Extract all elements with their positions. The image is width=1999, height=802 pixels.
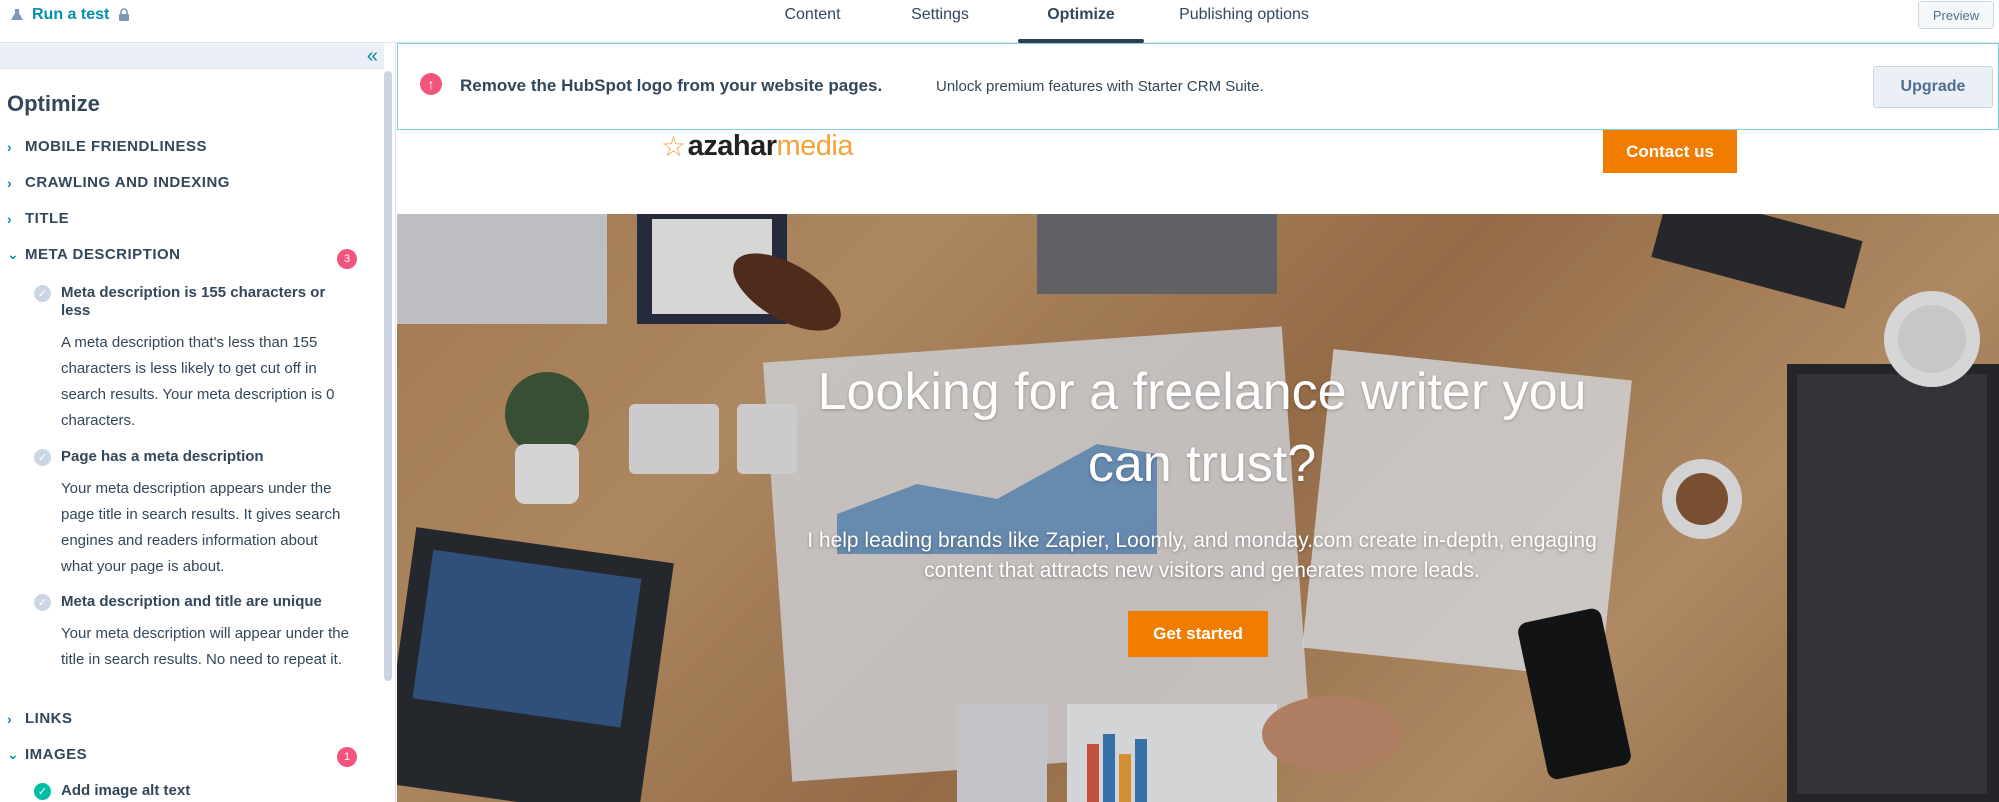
check-circle-icon: ✓	[34, 285, 51, 302]
chevron-right-icon: ›	[7, 174, 13, 191]
tab-settings[interactable]: Settings	[895, 0, 985, 43]
check-title: Add image alt text	[61, 782, 191, 799]
star-icon: ☆	[661, 131, 686, 162]
logo-text-azahar: azahar	[687, 130, 777, 162]
preview-button[interactable]: Preview	[1918, 1, 1994, 29]
chevron-right-icon: ›	[7, 138, 13, 155]
check-title: Page has a meta description	[61, 448, 264, 465]
section-title[interactable]: › TITLE	[7, 210, 69, 227]
site-header: ☆ azahar media Contact us	[397, 130, 1999, 214]
upgrade-button[interactable]: Upgrade	[1873, 66, 1993, 108]
issue-count-badge: 1	[337, 747, 357, 767]
hero-subheading: I help leading brands like Zapier, Looml…	[807, 529, 1597, 582]
check-item[interactable]: ✓ Page has a meta description Your meta …	[34, 448, 354, 580]
double-chevron-left-icon[interactable]: «	[367, 46, 378, 66]
flask-icon	[11, 9, 23, 20]
section-label: TITLE	[25, 210, 70, 227]
check-title: Meta description and title are unique	[61, 593, 322, 610]
section-mobile-friendliness[interactable]: › MOBILE FRIENDLINESS	[7, 138, 207, 155]
tab-optimize[interactable]: Optimize	[1018, 0, 1144, 43]
check-circle-icon: ✓	[34, 594, 51, 611]
sidebar-scrollbar[interactable]	[384, 71, 392, 681]
check-description: A meta description that's less than 155 …	[61, 334, 335, 429]
section-label: IMAGES	[25, 746, 88, 763]
section-crawling-and-indexing[interactable]: › CRAWLING AND INDEXING	[7, 174, 230, 191]
section-label: LINKS	[25, 710, 73, 727]
chevron-down-icon: ⌄	[7, 246, 20, 262]
section-links[interactable]: › LINKS	[7, 710, 73, 727]
chevron-right-icon: ›	[7, 210, 13, 227]
contact-us-button[interactable]: Contact us	[1603, 130, 1737, 173]
check-description: Your meta description will appear under …	[61, 625, 349, 668]
sidebar-collapse-bar: «	[0, 43, 384, 69]
check-item[interactable]: ✓ Meta description is 155 characters or …	[34, 284, 354, 434]
arrow-up-circle-icon: ↑	[420, 73, 442, 95]
run-a-test-link[interactable]: Run a test	[10, 6, 131, 24]
hero-background-image	[397, 214, 1999, 802]
run-a-test-label: Run a test	[32, 6, 110, 23]
sidebar-title: Optimize	[7, 91, 100, 116]
issue-count-badge: 3	[337, 249, 357, 269]
check-item[interactable]: ✓ Meta description and title are unique …	[34, 593, 354, 673]
tab-content[interactable]: Content	[760, 0, 865, 43]
check-item[interactable]: ✓ Add image alt text	[34, 782, 354, 800]
hero-section: Looking for a freelance writer you can t…	[397, 214, 1999, 802]
check-circle-icon: ✓	[34, 783, 51, 800]
site-logo[interactable]: ☆ azahar media	[661, 130, 853, 163]
section-meta-description[interactable]: ⌄ META DESCRIPTION	[7, 246, 181, 263]
page-preview: ↑ Remove the HubSpot logo from your webs…	[397, 43, 1999, 802]
chevron-right-icon: ›	[7, 710, 13, 727]
tab-publishing-options[interactable]: Publishing options	[1164, 0, 1324, 43]
banner-text: Unlock premium features with Starter CRM…	[936, 78, 1264, 95]
chevron-down-icon: ⌄	[7, 746, 20, 762]
section-label: CRAWLING AND INDEXING	[25, 174, 230, 191]
banner-title: Remove the HubSpot logo from your websit…	[460, 76, 883, 95]
logo-text-media: media	[776, 130, 854, 162]
section-label: META DESCRIPTION	[25, 246, 181, 263]
editor-top-bar: Run a test Content Settings Optimize Pub…	[0, 0, 1999, 43]
get-started-button[interactable]: Get started	[1128, 611, 1268, 657]
check-circle-icon: ✓	[34, 449, 51, 466]
check-description: Your meta description appears under the …	[61, 480, 341, 575]
upgrade-banner: ↑ Remove the HubSpot logo from your webs…	[397, 43, 1999, 130]
lock-icon	[119, 8, 130, 21]
hero-heading: Looking for a freelance writer you can t…	[817, 363, 1587, 493]
editor-tabs: Content Settings Optimize Publishing opt…	[760, 0, 1324, 43]
section-label: MOBILE FRIENDLINESS	[25, 138, 208, 155]
check-title: Meta description is 155 characters or le…	[61, 284, 326, 319]
section-images[interactable]: ⌄ IMAGES	[7, 746, 87, 763]
optimize-sidebar: « Optimize › MOBILE FRIENDLINESS › CRAWL…	[0, 43, 396, 802]
